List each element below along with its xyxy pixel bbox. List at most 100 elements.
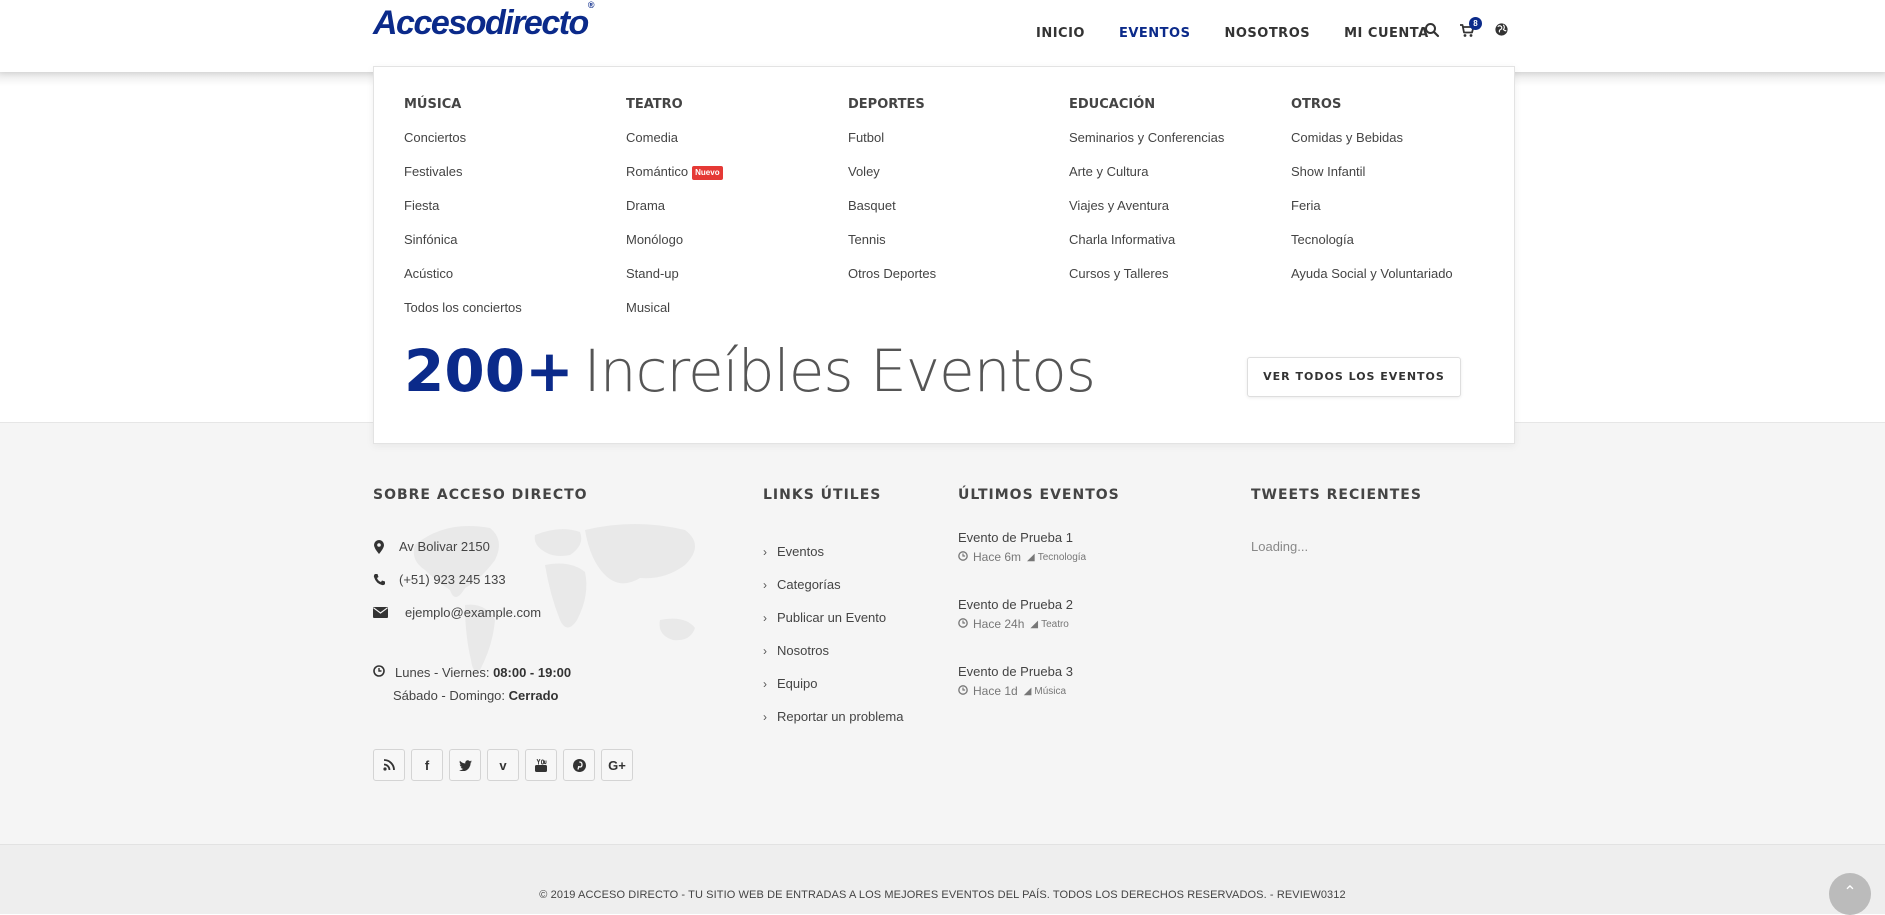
menu-item-stand-up[interactable]: Stand-up	[626, 257, 723, 291]
menu-column-musica: MÚSICA Conciertos Festivales Fiesta Sinf…	[404, 97, 522, 325]
youtube-icon[interactable]	[525, 749, 557, 781]
tag-icon: ◢	[1023, 685, 1032, 697]
menu-item-seminarios[interactable]: Seminarios y Conferencias	[1069, 121, 1224, 155]
menu-item-basquet[interactable]: Basquet	[848, 189, 936, 223]
link-label: Eventos	[777, 544, 824, 559]
vimeo-icon[interactable]: v	[487, 749, 519, 781]
nav-nosotros[interactable]: NOSOTROS	[1224, 26, 1310, 41]
opening-hours: Lunes - Viernes: 08:00 - 19:00 Sábado - …	[373, 661, 571, 707]
footer-link-nosotros[interactable]: › Nosotros	[763, 634, 903, 667]
event-time: Hace 1d	[973, 684, 1018, 698]
menu-item-todos-conciertos[interactable]: Todos los conciertos	[404, 291, 522, 325]
copyright-bar	[0, 844, 1885, 914]
weekend-label: Sábado - Domingo:	[393, 688, 506, 703]
tag-icon: ◢	[1030, 618, 1039, 630]
event-title[interactable]: Evento de Prueba 3	[958, 664, 1086, 679]
menu-item-otros-deportes[interactable]: Otros Deportes	[848, 257, 936, 291]
promo-headline: 200+ Increíbles Eventos	[404, 337, 1096, 405]
chevron-right-icon: ›	[763, 643, 767, 658]
tweets-loading: Loading...	[1251, 539, 1309, 554]
view-all-events-button[interactable]: VER TODOS LOS EVENTOS	[1247, 357, 1461, 397]
globe-icon[interactable]	[1494, 22, 1514, 42]
column-title: TEATRO	[626, 97, 683, 112]
search-icon[interactable]	[1424, 22, 1444, 42]
logo-mark: ®	[587, 0, 595, 10]
menu-item-comidas[interactable]: Comidas y Bebidas	[1291, 121, 1453, 155]
footer-link-reportar[interactable]: › Reportar un problema	[763, 700, 903, 733]
google-plus-icon[interactable]: G+	[601, 749, 633, 781]
event-tag[interactable]: Teatro	[1041, 619, 1069, 630]
column-title: OTROS	[1291, 97, 1342, 112]
menu-item-futbol[interactable]: Futbol	[848, 121, 936, 155]
menu-item-drama[interactable]: Drama	[626, 189, 723, 223]
column-title: MÚSICA	[404, 97, 462, 112]
menu-item-arte-cultura[interactable]: Arte y Cultura	[1069, 155, 1224, 189]
link-label: Reportar un problema	[777, 709, 904, 724]
menu-item-sinfonica[interactable]: Sinfónica	[404, 223, 522, 257]
chevron-right-icon: ›	[763, 676, 767, 691]
map-marker-icon	[373, 539, 387, 554]
menu-item-festivales[interactable]: Festivales	[404, 155, 522, 189]
header-tools: 8	[1424, 17, 1529, 42]
link-label: Equipo	[777, 676, 818, 691]
weekend-hours: Cerrado	[508, 688, 559, 703]
back-to-top-button[interactable]: ⌃	[1829, 873, 1871, 915]
menu-item-romantico[interactable]: Romántico Nuevo	[626, 155, 723, 189]
clock-icon	[958, 617, 968, 631]
address-text: Av Bolivar 2150	[399, 539, 490, 554]
links-title: LINKS ÚTILES	[763, 487, 882, 503]
menu-item-voley[interactable]: Voley	[848, 155, 936, 189]
menu-item-viajes[interactable]: Viajes y Aventura	[1069, 189, 1224, 223]
email-link[interactable]: ejemplo@example.com	[405, 605, 541, 620]
footer-link-publicar[interactable]: › Publicar un Evento	[763, 601, 903, 634]
link-label: Publicar un Evento	[777, 610, 887, 625]
event-item: Evento de Prueba 2 Hace 24h ◢ Teatro	[958, 597, 1086, 664]
eventos-mega-menu: MÚSICA Conciertos Festivales Fiesta Sinf…	[373, 66, 1515, 444]
menu-column-otros: OTROS Comidas y Bebidas Show Infantil Fe…	[1291, 97, 1453, 291]
pinterest-icon[interactable]	[563, 749, 595, 781]
new-badge: Nuevo	[692, 166, 723, 180]
contact-phone: (+51) 923 245 133	[373, 572, 506, 587]
footer-link-equipo[interactable]: › Equipo	[763, 667, 903, 700]
nav-inicio[interactable]: INICIO	[1036, 26, 1085, 41]
chevron-right-icon: ›	[763, 709, 767, 724]
event-time: Hace 24h	[973, 617, 1025, 631]
footer-link-eventos[interactable]: › Eventos	[763, 535, 903, 568]
menu-item-charla[interactable]: Charla Informativa	[1069, 223, 1224, 257]
contact-address: Av Bolivar 2150	[373, 539, 490, 554]
useful-links: › Eventos › Categorías › Publicar un Evento…	[763, 535, 903, 733]
nav-mi-cuenta[interactable]: MI CUENTA	[1344, 26, 1429, 41]
nav-eventos[interactable]: EVENTOS	[1119, 26, 1190, 41]
weekday-label: Lunes - Viernes:	[395, 665, 490, 680]
phone-icon	[373, 573, 387, 587]
facebook-icon[interactable]: f	[411, 749, 443, 781]
menu-item-monologo[interactable]: Monólogo	[626, 223, 723, 257]
menu-item-show-infantil[interactable]: Show Infantil	[1291, 155, 1453, 189]
column-title: DEPORTES	[848, 97, 925, 112]
rss-icon[interactable]	[373, 749, 405, 781]
link-label: Categorías	[777, 577, 841, 592]
menu-item-acustico[interactable]: Acústico	[404, 257, 522, 291]
cart-icon[interactable]: 8	[1459, 17, 1482, 42]
menu-item-musical[interactable]: Musical	[626, 291, 723, 325]
event-item: Evento de Prueba 3 Hace 1d ◢ Música	[958, 664, 1086, 731]
phone-text: (+51) 923 245 133	[399, 572, 506, 587]
menu-item-feria[interactable]: Feria	[1291, 189, 1453, 223]
event-tag[interactable]: Música	[1034, 686, 1066, 697]
menu-item-tennis[interactable]: Tennis	[848, 223, 936, 257]
menu-item-tecnologia[interactable]: Tecnología	[1291, 223, 1453, 257]
main-nav: INICIO EVENTOS NOSOTROS MI CUENTA	[1036, 26, 1463, 41]
site-logo[interactable]: Accesodirecto®	[373, 0, 594, 43]
chevron-up-icon: ⌃	[1843, 884, 1857, 901]
event-title[interactable]: Evento de Prueba 1	[958, 530, 1086, 545]
menu-item-ayuda-social[interactable]: Ayuda Social y Voluntariado	[1291, 257, 1453, 291]
footer-link-categorias[interactable]: › Categorías	[763, 568, 903, 601]
menu-item-fiesta[interactable]: Fiesta	[404, 189, 522, 223]
menu-item-conciertos[interactable]: Conciertos	[404, 121, 522, 155]
menu-item-cursos[interactable]: Cursos y Talleres	[1069, 257, 1224, 291]
latest-events: Evento de Prueba 1 Hace 6m ◢ Tecnología Ev…	[958, 530, 1086, 731]
menu-item-comedia[interactable]: Comedia	[626, 121, 723, 155]
twitter-icon[interactable]	[449, 749, 481, 781]
event-title[interactable]: Evento de Prueba 2	[958, 597, 1086, 612]
event-tag[interactable]: Tecnología	[1038, 552, 1086, 563]
